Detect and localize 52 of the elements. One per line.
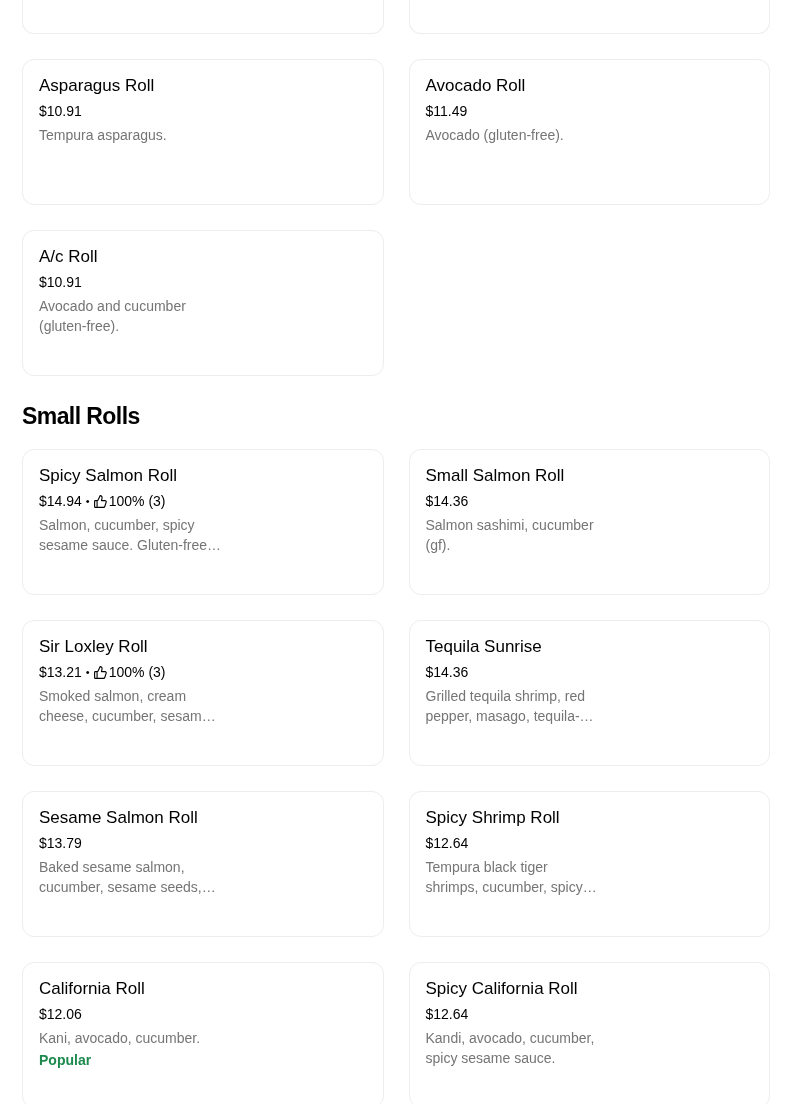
item-name: Sesame Salmon Roll (39, 807, 198, 829)
item-description: Avocado and cucumber (gluten-free). (39, 297, 186, 336)
bullet-separator: • (85, 494, 90, 509)
menu-item-card[interactable]: Spicy Shrimp Roll $12.64 Tempura black tiger shrimps, cucumber, spicy… (408, 791, 770, 937)
menu-item-card[interactable]: Asparagus Roll $10.91 Tempura asparagus. (22, 59, 384, 205)
item-price: $11.49 (425, 102, 468, 121)
item-description: Salmon sashimi, cucumber (gf). (425, 516, 594, 555)
item-price: $12.64 (425, 834, 469, 853)
item-price: $10.91 (39, 273, 82, 292)
item-price: $12.64 (425, 1005, 469, 1024)
item-price: $13.79 (39, 834, 82, 853)
menu-item-card[interactable]: California Roll $12.06 Kani, avocado, cucumber. Popular (22, 962, 384, 1104)
rating-text: 100% (3) (108, 492, 166, 511)
item-name: Sir Loxley Roll (39, 636, 148, 658)
item-name: Spicy Shrimp Roll (425, 807, 560, 829)
item-price: $14.36 (425, 492, 469, 511)
item-description: Baked sesame salmon, cucumber, sesame seeds,… (39, 858, 216, 897)
menu-item-card[interactable]: A/c Roll $10.91 Avocado and cucumber (gluten-free). (22, 230, 384, 376)
thumbs-up-icon (93, 665, 107, 679)
item-name: A/c Roll (39, 246, 98, 268)
menu-item-card[interactable]: Sesame Salmon Roll $13.79 Baked sesame salmon, cucumber, sesame seeds,… (22, 791, 384, 937)
item-description: Smoked salmon, cream cheese, cucumber, sesam… (39, 687, 216, 726)
item-name: Tequila Sunrise (425, 636, 542, 658)
item-description: Kandi, avocado, cucumber, spicy sesame sauce. (425, 1029, 595, 1068)
thumbs-up-icon (93, 494, 107, 508)
item-description: Salmon, cucumber, spicy sesame sauce. Gluten-free… (39, 516, 222, 555)
item-name: California Roll (39, 978, 145, 1000)
item-description: Tempura asparagus. (39, 126, 167, 145)
item-description: Avocado (gluten-free). (425, 126, 564, 145)
item-description: Kani, avocado, cucumber. (39, 1029, 201, 1048)
menu-item-card[interactable]: Spicy Salmon Roll $14.94 • 100% (3) Salmon, cucumber, spicy sesame sauce. Gluten-free… (22, 449, 384, 595)
item-price: $14.36 (425, 663, 469, 682)
section-heading: Small Rolls (22, 402, 141, 431)
rating-text: 100% (3) (108, 663, 166, 682)
item-description: Grilled tequila shrimp, red pepper, masago, tequila-… (425, 687, 594, 726)
bullet-separator: • (85, 665, 90, 680)
item-price: $10.91 (39, 102, 82, 121)
item-name: Spicy Salmon Roll (39, 465, 177, 487)
menu-item-card[interactable]: Tequila Sunrise $14.36 Grilled tequila shrimp, red pepper, masago, tequila-… (408, 620, 770, 766)
menu-item-card[interactable]: Spicy California Roll $12.64 Kandi, avocado, cucumber, spicy sesame sauce. (408, 962, 770, 1104)
popularity-label: Popular (39, 1051, 92, 1070)
item-price: $13.21 (39, 663, 82, 682)
menu-item-card[interactable]: Small Salmon Roll $14.36 Salmon sashimi, cucumber (gf). (408, 449, 770, 595)
item-description: Tempura black tiger shrimps, cucumber, spicy… (425, 858, 597, 897)
item-name: Avocado Roll (425, 75, 526, 97)
menu-item-card[interactable]: Avocado Roll $11.49 Avocado (gluten-free). (408, 59, 770, 205)
item-price: $12.06 (39, 1005, 82, 1024)
item-name: Spicy California Roll (425, 978, 578, 1000)
item-name: Asparagus Roll (39, 75, 155, 97)
item-price: $14.94 (39, 492, 82, 511)
item-name: Small Salmon Roll (425, 465, 565, 487)
menu-item-card[interactable]: Sir Loxley Roll $13.21 • 100% (3) Smoked salmon, cream cheese, cucumber, sesam… (22, 620, 384, 766)
